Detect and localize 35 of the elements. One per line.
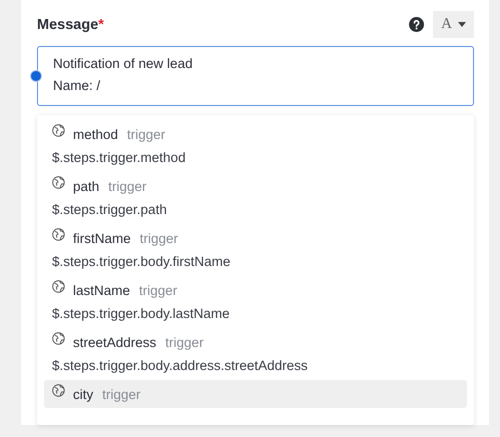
variable-source: trigger (139, 282, 178, 298)
variable-source: trigger (127, 126, 166, 142)
globe-icon (52, 176, 65, 189)
variable-name: city (73, 386, 94, 402)
variable-source: trigger (165, 334, 204, 350)
globe-icon (52, 228, 65, 241)
suggestion-item[interactable]: path trigger $.steps.trigger.path (44, 172, 467, 224)
variable-name: path (73, 178, 100, 194)
variable-path: $.steps.trigger.method (52, 149, 187, 167)
globe-icon (52, 124, 65, 137)
variable-source: trigger (102, 386, 141, 402)
help-icon[interactable] (409, 17, 424, 32)
caret-icon (458, 22, 466, 27)
variable-name: lastName (73, 282, 130, 298)
suggestion-item[interactable]: firstName trigger $.steps.trigger.body.firstName (44, 224, 467, 276)
field-label: Message* (37, 16, 105, 32)
suggestion-item[interactable]: lastName trigger $.steps.trigger.body.lastName (44, 276, 467, 328)
variable-name: firstName (73, 230, 131, 246)
message-field[interactable]: Notification of new lead Name: / (37, 46, 474, 106)
variable-path: $.steps.trigger.body.address.streetAddress (52, 357, 309, 375)
variable-source: trigger (140, 230, 178, 246)
focus-dot-icon (31, 71, 41, 81)
globe-icon (52, 332, 65, 345)
suggestion-item[interactable]: city trigger (44, 380, 467, 408)
globe-icon (52, 384, 65, 397)
suggestion-item[interactable]: streetAddress trigger $.steps.trigger.body.address.streetAddress (44, 328, 467, 380)
variable-path: $.steps.trigger.body.firstName (52, 253, 232, 271)
variable-source: trigger (108, 178, 147, 194)
variable-path: $.steps.trigger.body.lastName (52, 305, 231, 323)
variable-name: streetAddress (73, 334, 156, 350)
variable-name: method (73, 126, 118, 142)
globe-icon (52, 280, 65, 293)
text-format-button[interactable]: A (433, 11, 474, 38)
variable-path: $.steps.trigger.path (52, 201, 168, 219)
suggestion-item[interactable]: method trigger $.steps.trigger.method (44, 120, 467, 172)
